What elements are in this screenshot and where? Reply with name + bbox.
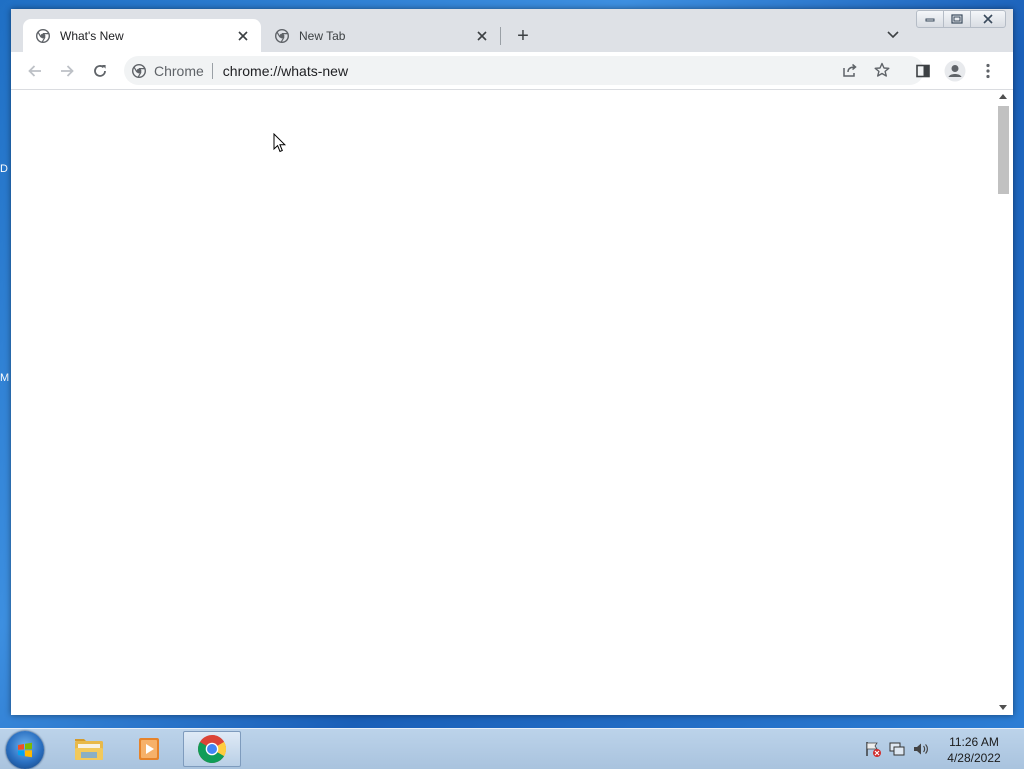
site-chip-label: Chrome [154,62,204,79]
desktop-icon-label-fragment: D [0,163,8,175]
tab-new-tab[interactable]: New Tab [262,19,500,52]
tab-strip: What's New New Tab + [11,9,1013,52]
side-panel-icon[interactable] [911,59,935,83]
chrome-logo-icon [35,28,51,44]
tab-title: New Tab [299,28,346,43]
new-tab-button[interactable]: + [511,24,535,48]
tab-divider [500,27,501,45]
scroll-thumb[interactable] [998,106,1009,194]
url-text[interactable]: chrome://whats-new [223,63,348,79]
taskbar: 11:26 AM 4/28/2022 [0,728,1024,769]
address-bar[interactable]: Chrome chrome://whats-new [124,56,924,85]
vertical-scrollbar[interactable] [994,90,1013,715]
windows-logo-icon [18,742,32,758]
taskbar-chrome-button[interactable] [183,731,241,767]
page-content [11,90,994,715]
mouse-pointer-icon [273,133,287,153]
back-arrow-icon[interactable] [23,59,47,83]
start-button[interactable] [6,731,44,769]
taskbar-clock[interactable]: 11:26 AM 4/28/2022 [940,734,1008,766]
site-info-chip[interactable]: Chrome [124,63,204,79]
tab-title: What's New [60,28,124,43]
scroll-up-arrow-icon[interactable] [999,92,1007,101]
taskbar-media-player-button[interactable] [120,731,178,767]
share-icon[interactable] [838,58,862,82]
browser-toolbar: Chrome chrome://whats-new [11,52,1013,90]
scroll-down-arrow-icon[interactable] [999,704,1007,713]
folder-icon [75,739,103,760]
media-player-icon [139,738,159,760]
volume-icon[interactable] [912,740,930,758]
chrome-logo-icon [132,63,146,78]
desktop-icon-label-fragment: M [0,372,10,384]
clock-time: 11:26 AM [949,735,999,749]
action-center-flag-icon[interactable] [864,740,882,758]
tab-whats-new[interactable]: What's New [23,19,261,52]
forward-arrow-icon[interactable] [55,59,79,83]
clock-date: 4/28/2022 [947,751,1001,765]
bookmark-star-icon[interactable] [870,58,894,82]
browser-window: What's New New Tab + Chrome chrome://wha… [11,9,1013,715]
omnibox-divider [211,62,213,79]
restore-button[interactable] [943,10,971,28]
tab-search-chevron-icon[interactable] [883,25,903,45]
chrome-logo-icon [274,28,290,44]
system-tray [864,729,930,769]
window-close-button[interactable] [970,10,1006,28]
taskbar-explorer-button[interactable] [60,731,118,767]
close-tab-icon[interactable] [235,28,251,44]
minimize-button[interactable] [916,10,944,28]
reload-icon[interactable] [88,59,112,83]
chrome-app-icon [198,735,226,763]
network-icon[interactable] [888,740,906,758]
more-menu-icon[interactable] [976,59,1000,83]
profile-avatar-icon[interactable] [943,59,967,83]
close-tab-icon[interactable] [474,28,490,44]
